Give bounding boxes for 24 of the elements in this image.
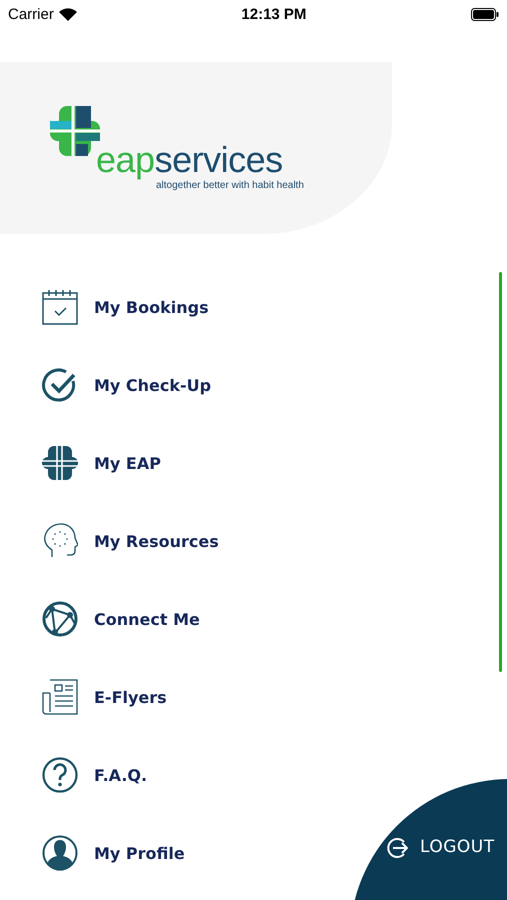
check-circle-icon [42,367,78,403]
clock-time: 12:13 PM [241,6,306,22]
globe-network-icon [42,601,78,637]
logout-icon [386,837,408,859]
menu-item[interactable]: My Resources [0,502,219,580]
menu-item[interactable]: Connect Me [0,580,200,658]
logo-text: eap [96,142,155,178]
menu-item[interactable]: My Profile [0,814,185,892]
calendar-icon [42,289,78,325]
user-icon [42,835,78,871]
menu-item[interactable]: E-Flyers [0,658,167,736]
logo-text: services [154,142,283,178]
menu-item[interactable]: My Check-Up [0,346,212,424]
newspaper-icon [42,679,78,715]
battery-icon [470,8,499,20]
cross-icon [42,445,78,481]
question-icon [42,757,78,793]
logo-tagline: altogether better with habit health [156,180,304,190]
carrier-name: Carrier [8,6,54,22]
menu-item[interactable]: F.A.Q. [0,736,148,814]
wifi-icon [58,8,77,20]
menu-item[interactable]: My Bookings [0,268,209,346]
head-icon [42,523,78,559]
menu-item[interactable]: My EAP [0,424,161,502]
